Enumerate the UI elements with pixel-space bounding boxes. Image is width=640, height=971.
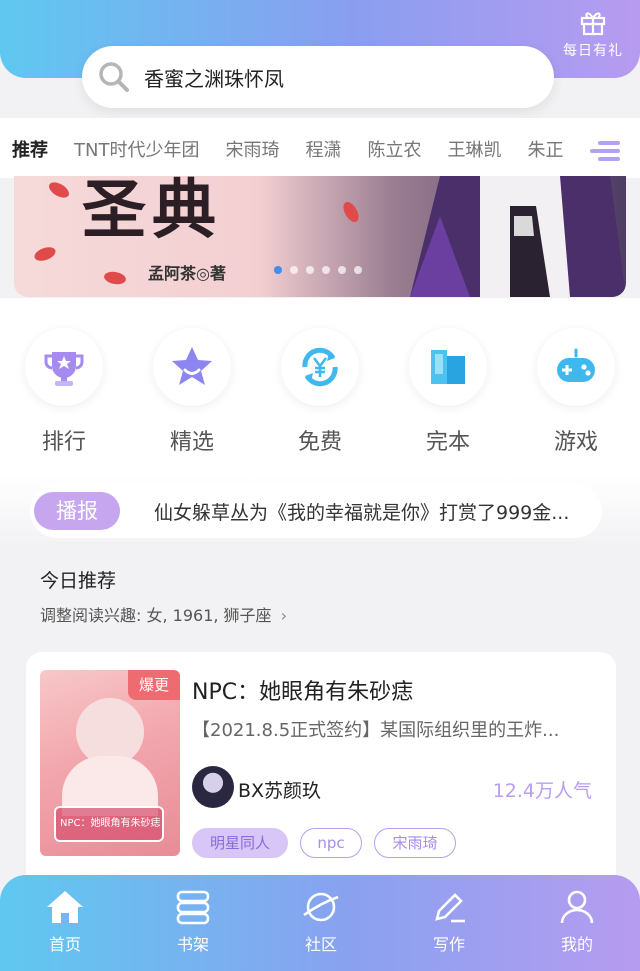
banner-petal [103,270,127,286]
search-bar[interactable]: 香蜜之渊珠怀凤 [82,46,554,108]
nav-profile[interactable]: 我的 [532,889,622,955]
tab-zhu-zheng[interactable]: 朱正 [527,136,563,162]
cover-title-plate: NPC：她眼角有朱砂痣 [54,806,164,842]
entry-free-label: 免费 [297,430,342,455]
banner-pagination [274,266,370,274]
banner-character-image [410,176,626,297]
nav-write-label: 写作 [432,935,465,954]
home-icon [47,891,83,923]
star-icon [172,347,212,385]
category-tabs: 推荐 TNT时代少年团 宋雨琦 程潇 陈立农 王琳凯 朱正 [0,118,640,178]
tab-wang-linkai[interactable]: 王琳凯 [447,136,501,162]
menu-line [590,149,620,153]
entry-ranking-circle [25,328,103,406]
tab-tnt[interactable]: TNT时代少年团 [74,136,199,162]
book-icon [431,350,465,384]
banner-petal [340,199,362,225]
tab-recommend[interactable]: 推荐 [12,136,48,162]
entry-completed-circle [409,328,487,406]
author-avatar[interactable] [192,766,234,808]
nav-profile-label: 我的 [560,935,593,954]
hot-badge: 爆更 [128,670,180,700]
gift-icon [580,12,606,36]
pagination-dot[interactable] [274,266,282,274]
entry-featured-circle [153,328,231,406]
search-input[interactable]: 香蜜之渊珠怀凤 [144,63,284,92]
broadcast-section: 播报 仙女躲草丛为《我的幸福就是你》打赏了999金... [0,476,640,546]
entry-ranking[interactable]: 排行 [24,328,104,456]
pagination-dot[interactable] [338,266,346,274]
nav-home-label: 首页 [48,935,81,954]
daily-gift-button[interactable]: 每日有礼 [560,8,626,60]
bookshelf-icon [176,890,210,925]
entry-featured-label: 精选 [169,430,214,455]
entry-free-circle [281,328,359,406]
entry-games-label: 游戏 [553,430,598,455]
pagination-dot[interactable] [306,266,314,274]
broadcast-bar[interactable]: 播报 仙女躲草丛为《我的幸福就是你》打赏了999金... [30,484,602,538]
pagination-dot[interactable] [322,266,330,274]
tab-track: 推荐 TNT时代少年团 宋雨琦 程潇 陈立农 王琳凯 朱正 [12,136,580,166]
bottom-nav: 首页 书架 社区 写作 我的 [0,875,640,971]
tag-celebrity-fanfic[interactable]: 明星同人 [192,828,288,858]
book-description: 【2021.8.5正式签约】某国际组织里的王炸... [192,720,560,741]
banner-petal [32,244,58,264]
book-card[interactable]: NPC：她眼角有朱砂痣 爆更 NPC：她眼角有朱砂痣 【2021.8.5正式签约… [26,652,616,892]
nav-community[interactable]: 社区 [276,889,366,955]
quick-entry-grid: 排行 精选 免费 完本 游戏 [0,298,640,476]
promo-banner[interactable]: 圣典 孟阿茶◎著 [14,176,626,297]
tag-song-yuqi[interactable]: 宋雨琦 [374,828,456,858]
nav-bookshelf-label: 书架 [176,935,209,954]
entry-free[interactable]: 免费 [280,328,360,456]
entry-featured[interactable]: 精选 [152,328,232,456]
nav-home[interactable]: 首页 [20,889,110,955]
entry-completed-label: 完本 [425,430,470,455]
tab-song-yuqi[interactable]: 宋雨琦 [225,136,279,162]
nav-bookshelf[interactable]: 书架 [148,889,238,955]
user-icon [560,890,594,924]
daily-gift-label: 每日有礼 [563,43,623,59]
broadcast-text: 仙女躲草丛为《我的幸福就是你》打赏了999金... [154,501,570,524]
section-title: 今日推荐 [40,570,117,592]
planet-icon [303,892,339,922]
nav-community-label: 社区 [304,935,337,954]
tag-npc[interactable]: npc [300,828,362,858]
banner-author: 孟阿茶◎著 [148,264,226,283]
banner-title: 圣典 [82,176,222,248]
search-icon [99,62,129,92]
book-cover[interactable]: NPC：她眼角有朱砂痣 爆更 [40,670,180,856]
tab-chen-linong[interactable]: 陈立农 [367,136,421,162]
pagination-dot[interactable] [354,266,362,274]
menu-line [598,141,620,145]
reading-prefs-link[interactable]: 调整阅读兴趣: 女, 1961, 狮子座 › [40,602,287,626]
tab-cheng-xiao[interactable]: 程潇 [305,136,341,162]
entry-completed[interactable]: 完本 [408,328,488,456]
broadcast-badge: 播报 [34,492,120,530]
entry-games[interactable]: 游戏 [536,328,616,456]
yen-icon [302,347,338,387]
pagination-dot[interactable] [290,266,298,274]
chevron-right-icon: › [280,606,288,625]
nav-write[interactable]: 写作 [404,889,494,955]
book-title: NPC：她眼角有朱砂痣 [192,680,414,705]
entry-ranking-label: 排行 [41,430,86,455]
reading-prefs-text: 调整阅读兴趣: 女, 1961, 狮子座 [40,606,272,625]
gamepad-icon [557,348,595,382]
banner-petal [46,179,72,201]
pen-icon [435,893,465,923]
entry-games-circle [537,328,615,406]
popularity-count: 12.4万人气 [492,780,592,802]
trophy-icon [44,352,84,386]
tab-menu-button[interactable] [580,134,620,168]
menu-line [598,157,620,161]
author-name[interactable]: BX苏颜玖 [238,776,321,803]
